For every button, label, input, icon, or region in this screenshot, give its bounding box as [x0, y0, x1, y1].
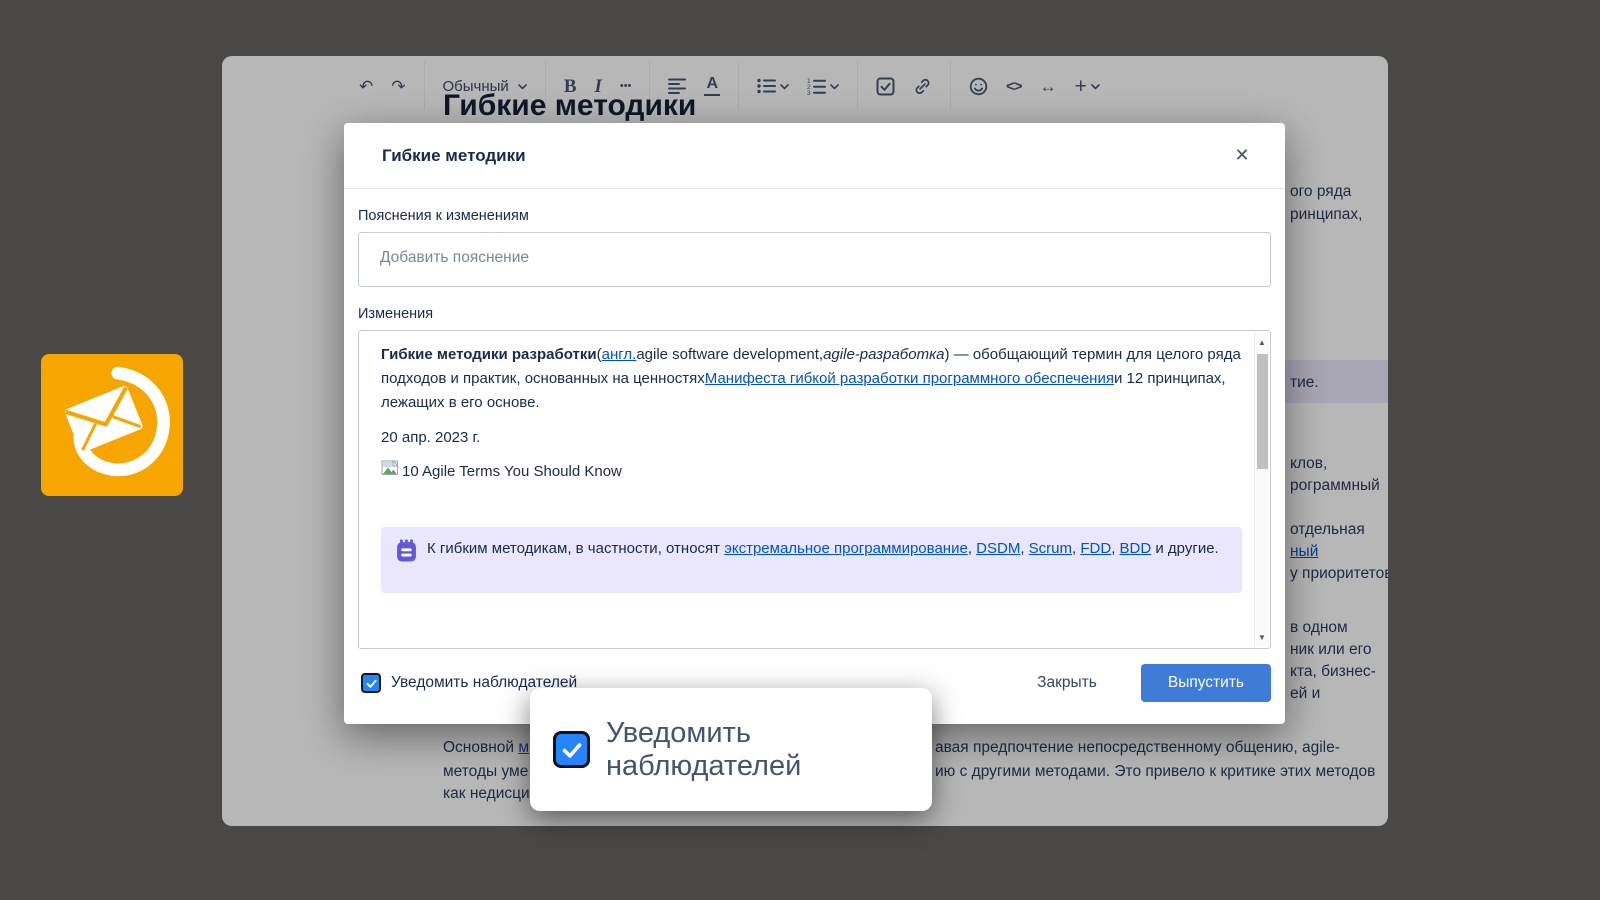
inline-link[interactable]: Scrum [1029, 540, 1072, 557]
dialog-title: Гибкие методики [382, 146, 1229, 166]
notify-checkbox[interactable] [361, 673, 381, 693]
publish-button[interactable]: Выпустить [1141, 664, 1271, 702]
inline-link[interactable]: экстремальное программирование [724, 540, 968, 557]
inline-link[interactable]: BDD [1120, 540, 1152, 557]
mail-app-icon[interactable] [41, 354, 183, 496]
clipped-paragraph: Большинство гибких методологий нацелены … [381, 643, 1244, 648]
magnified-notify-checkbox [553, 731, 590, 768]
inline-link[interactable]: англ. [602, 346, 637, 363]
text-run: agile software development, [636, 346, 823, 363]
comment-input[interactable] [358, 232, 1271, 287]
close-icon[interactable] [1229, 143, 1255, 169]
comment-label: Пояснения к изменениям [358, 208, 1271, 224]
note-icon [396, 539, 417, 570]
magnifier-popup: Уведомить наблюдателей [530, 688, 932, 811]
changes-label: Изменения [358, 306, 1271, 322]
inline-link[interactable]: FDD [1080, 540, 1111, 557]
preview-paragraph: Гибкие методики разработки(англ.agile so… [381, 343, 1244, 415]
scrollbar-thumb[interactable] [1257, 354, 1268, 469]
publish-dialog: Гибкие методики Пояснения к изменениям И… [344, 123, 1285, 724]
dialog-actions: Закрыть Выпустить [1037, 664, 1271, 702]
text-run: , [1020, 540, 1028, 557]
preview-date: 20 апр. 2023 г. [381, 426, 1244, 450]
dialog-body: Пояснения к изменениям Изменения Гибкие … [344, 208, 1285, 702]
changes-preview: Гибкие методики разработки(англ.agile so… [358, 330, 1271, 649]
info-panel: К гибким методикам, в частности, относят… [381, 527, 1242, 593]
envelope-swirl-icon [54, 365, 170, 486]
preview-image-line: 10 Agile Terms You Should Know [381, 459, 1244, 485]
magnified-notify-label: Уведомить наблюдателей [606, 717, 932, 783]
scroll-down-icon[interactable] [1255, 629, 1269, 645]
text-run: и другие. [1151, 540, 1219, 557]
image-alt-text: 10 Agile Terms You Should Know [402, 460, 622, 484]
desktop-background: ↶↷ОбычныйBI•••A123<>↔+ Гибкие методикиог… [0, 0, 1600, 900]
scroll-up-icon[interactable] [1255, 334, 1269, 350]
broken-image-icon [381, 459, 399, 485]
inline-link[interactable]: Манифеста гибкой разработки программного… [705, 370, 1114, 387]
preview-scrollbar[interactable] [1254, 332, 1269, 647]
preview-content: Гибкие методики разработки(англ.agile so… [359, 331, 1254, 648]
text-run: К гибким методикам, в частности, относят [427, 540, 724, 557]
italic-text: agile-разработка [823, 346, 944, 363]
dialog-header: Гибкие методики [344, 123, 1285, 189]
info-panel-text: К гибким методикам, в частности, относят… [427, 537, 1226, 560]
text-run: , [968, 540, 976, 557]
inline-link[interactable]: DSDM [976, 540, 1020, 557]
text-run: , [1111, 540, 1119, 557]
close-button[interactable]: Закрыть [1037, 674, 1097, 692]
bold-text: Гибкие методики разработки [381, 346, 597, 363]
